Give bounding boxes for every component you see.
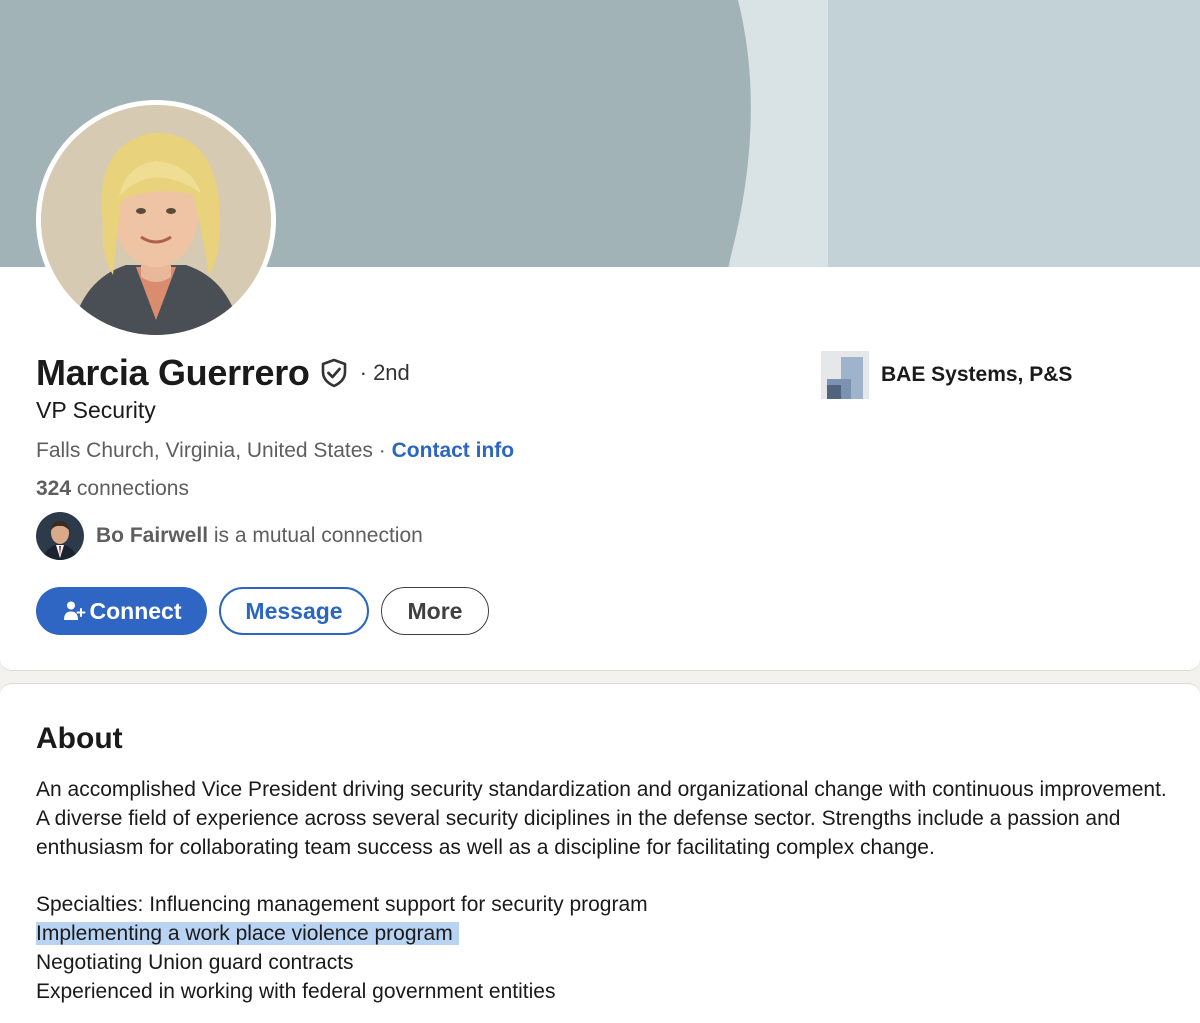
person-plus-icon — [62, 599, 86, 623]
about-body: An accomplished Vice President driving s… — [36, 776, 1176, 1006]
connect-label: Connect — [89, 597, 182, 624]
connections-number: 324 — [36, 477, 72, 500]
mutual-connection-name: Bo Fairwell — [96, 524, 209, 547]
mutual-connection-label: is a mutual connection — [213, 524, 423, 547]
about-specialty-line: Negotiating Union guard contracts — [36, 950, 354, 974]
profile-location: Falls Church, Virginia, United States — [36, 439, 373, 462]
message-button[interactable]: Message — [219, 587, 369, 635]
current-company[interactable]: BAE Systems, P&S — [821, 351, 1072, 399]
profile-name: Marcia Guerrero — [36, 352, 310, 393]
about-section: About An accomplished Vice President dri… — [0, 683, 1200, 1023]
mutual-connection-text: Bo Fairwell is a mutual connection — [96, 524, 423, 548]
company-name: BAE Systems, P&S — [881, 363, 1073, 386]
profile-photo-image — [41, 105, 271, 335]
company-logo — [821, 351, 869, 399]
text-selection-highlight: Implementing a work place violence progr… — [36, 921, 459, 945]
contact-info-link[interactable]: Contact info — [392, 439, 514, 462]
profile-top-card: Marcia Guerrero · 2nd VP Security Falls … — [0, 0, 1200, 671]
mutual-connection[interactable]: Bo Fairwell is a mutual connection — [36, 512, 423, 560]
shield-check-icon[interactable] — [318, 357, 350, 389]
location-row: Falls Church, Virginia, United States · … — [36, 439, 514, 463]
connections-count[interactable]: 324 connections — [36, 477, 189, 501]
about-specialty-line: Experienced in working with federal gove… — [36, 979, 556, 1003]
about-specialty-line-highlighted: Implementing a work place violence progr… — [36, 920, 1176, 949]
connections-label: connections — [76, 477, 189, 500]
about-summary: An accomplished Vice President driving s… — [36, 778, 1167, 859]
connect-button[interactable]: Connect — [36, 587, 207, 635]
profile-headline: VP Security — [36, 397, 156, 423]
avatar — [36, 512, 84, 560]
profile-photo[interactable] — [36, 100, 276, 340]
profile-actions: Connect Message More — [36, 587, 489, 635]
location-separator: · — [378, 439, 386, 462]
about-specialty-line: Specialties: Influencing management supp… — [36, 893, 648, 917]
connection-degree: · 2nd — [359, 360, 410, 385]
about-title: About — [36, 722, 123, 755]
more-button[interactable]: More — [381, 587, 489, 635]
name-row: Marcia Guerrero · 2nd — [36, 352, 410, 394]
